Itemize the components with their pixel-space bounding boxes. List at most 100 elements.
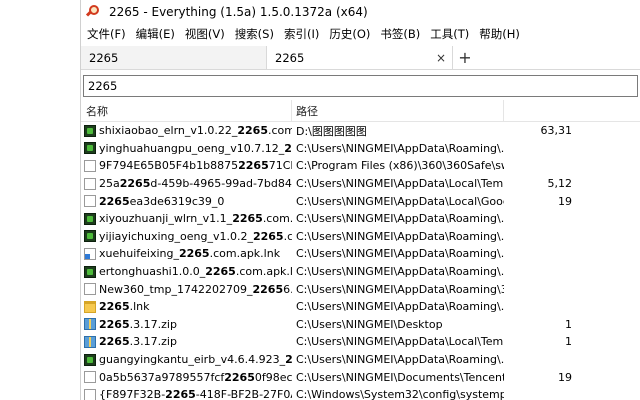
everything-app-icon bbox=[85, 4, 103, 20]
folder-file-icon bbox=[84, 300, 96, 313]
file-name-suffix: .3.17.zip bbox=[129, 317, 177, 331]
file-path-cell: C:\Users\NINGMEI\AppData\Roaming\3... bbox=[296, 282, 504, 296]
add-tab-icon[interactable]: + bbox=[453, 46, 477, 69]
table-row[interactable]: xuehuifeixing_2265.com.apk.lnk C:\Users\N… bbox=[81, 245, 640, 263]
doc-file-icon bbox=[84, 195, 96, 208]
table-row[interactable]: yinghuahuangpu_oeng_v10.7.12_2265.c... C:… bbox=[81, 140, 640, 158]
file-name-suffix: .com.apk.l... bbox=[262, 212, 292, 226]
menu-search[interactable]: 搜索(S) bbox=[235, 26, 280, 42]
search-match-highlight: 2265 bbox=[224, 370, 255, 384]
file-name: 9F794E65B05F4b1b8875226571CDC3C... bbox=[99, 159, 292, 172]
tab-2-label: 2265 bbox=[275, 50, 305, 65]
tab-bar: 2265 2265 × + bbox=[81, 46, 640, 70]
file-name-suffix: ea3de6319c39_0 bbox=[129, 194, 225, 208]
table-row[interactable]: 9F794E65B05F4b1b8875226571CDC3C... C:\Pro… bbox=[81, 157, 640, 175]
table-row[interactable]: yijiayichuxing_oeng_v1.0.2_2265.com.a...… bbox=[81, 228, 640, 246]
file-name-suffix: .com.apk bbox=[268, 124, 292, 138]
file-path-cell: C:\Users\NINGMEI\Documents\Tencent ... bbox=[296, 370, 504, 384]
table-row[interactable]: xiyouzhuanji_wlrn_v1.1_2265.com.apk.l...… bbox=[81, 210, 640, 228]
column-size-header[interactable] bbox=[504, 100, 640, 121]
search-match-highlight: 2265 bbox=[284, 141, 292, 155]
menu-file[interactable]: 文件(F) bbox=[87, 26, 132, 42]
search-match-highlight: 2265 bbox=[165, 388, 196, 400]
file-path-cell: C:\Users\NINGMEI\AppData\Local\Temp bbox=[296, 335, 504, 349]
file-path-cell: C:\Windows\System32\config\systempro... bbox=[296, 388, 504, 400]
file-name: guangyingkantu_eirb_v4.6.4.923_2265... bbox=[99, 353, 292, 366]
file-name-prefix: ertonghuashi1.0.0_ bbox=[99, 265, 206, 279]
menu-edit[interactable]: 编辑(E) bbox=[136, 26, 181, 42]
search-match-highlight: 2265 bbox=[119, 177, 151, 191]
tab-1-label: 2265 bbox=[89, 50, 119, 65]
search-match-highlight: 2265 bbox=[205, 265, 236, 279]
menu-index[interactable]: 索引(I) bbox=[284, 26, 325, 42]
tab-2[interactable]: 2265 × bbox=[267, 46, 453, 69]
doc-file-icon bbox=[84, 177, 96, 190]
menu-view[interactable]: 视图(V) bbox=[185, 26, 231, 42]
menu-history[interactable]: 历史(O) bbox=[329, 26, 376, 42]
tab-1[interactable]: 2265 bbox=[81, 46, 267, 69]
file-name-cell: New360_tmp_1742202709_22656.log2 bbox=[81, 283, 292, 296]
file-path-cell: C:\Users\NINGMEI\AppData\Roaming\... bbox=[296, 229, 504, 243]
file-name-prefix: New360_tmp_1742202709_ bbox=[99, 282, 253, 296]
column-name-header[interactable]: 名称 bbox=[81, 100, 292, 121]
file-name-prefix: yijiayichuxing_oeng_v1.0.2_ bbox=[99, 229, 253, 243]
search-match-highlight: 2265 bbox=[285, 353, 292, 367]
results-list: shixiaobao_elrn_v1.0.22_2265.com.apkD:\图… bbox=[81, 122, 640, 400]
search-match-highlight: 2265 bbox=[252, 229, 284, 243]
file-name-prefix: guangyingkantu_eirb_v4.6.4.923_ bbox=[99, 353, 286, 367]
table-row[interactable]: ertonghuashi1.0.0_2265.com.apk.lnk C:\Use… bbox=[81, 263, 640, 281]
file-name-prefix: 25a bbox=[99, 177, 120, 191]
table-row[interactable]: {F897F32B-2265-418F-BF2B-27F0AFF7... C:\W… bbox=[81, 386, 640, 400]
file-name: {F897F32B-2265-418F-BF2B-27F0AFF7... bbox=[99, 388, 292, 400]
apk-file-icon bbox=[84, 265, 96, 278]
search-match-highlight: 2265 bbox=[99, 317, 130, 331]
table-row[interactable]: 0a5b5637a9789557fcf22650f98ec350... C:\Us… bbox=[81, 368, 640, 386]
file-size-cell: 5,12 bbox=[547, 177, 573, 191]
table-row[interactable]: 2265ea3de6319c39_0 C:\Users\NINGMEI\AppDa… bbox=[81, 192, 640, 210]
file-name-cell: 9F794E65B05F4b1b8875226571CDC3C... bbox=[81, 159, 292, 172]
table-row[interactable]: guangyingkantu_eirb_v4.6.4.923_2265... C:… bbox=[81, 351, 640, 369]
file-name-prefix: yinghuahuangpu_oeng_v10.7.12_ bbox=[99, 141, 285, 155]
apk-file-icon bbox=[84, 212, 96, 225]
search-match-highlight: 2265 bbox=[178, 247, 210, 261]
file-name-prefix: 9F794E65B05F4b1b8875 bbox=[99, 159, 239, 173]
file-name-suffix: .3.17.zip bbox=[129, 335, 177, 349]
file-path-cell: C:\Users\NINGMEI\AppData\Local\Goog... bbox=[296, 194, 504, 208]
zip-file-icon bbox=[84, 318, 96, 331]
file-name-cell: yinghuahuangpu_oeng_v10.7.12_2265.c... bbox=[81, 142, 292, 155]
file-name-prefix: shixiaobao_elrn_v1.0.22_ bbox=[99, 124, 238, 138]
search-input[interactable] bbox=[83, 75, 638, 97]
table-row[interactable]: 2265.3.17.zip C:\Users\NINGMEI\AppData\Lo… bbox=[81, 333, 640, 351]
file-path-cell: C:\Users\NINGMEI\AppData\Roaming\... bbox=[296, 300, 504, 314]
title-bar[interactable]: 2265 - Everything (1.5a) 1.5.0.1372a (x6… bbox=[81, 0, 640, 24]
file-size-cell: 1 bbox=[565, 335, 572, 349]
menu-bookmarks[interactable]: 书签(B) bbox=[380, 26, 426, 42]
file-name: yinghuahuangpu_oeng_v10.7.12_2265.c... bbox=[99, 142, 292, 155]
file-name: xiyouzhuanji_wlrn_v1.1_2265.com.apk.l... bbox=[99, 212, 292, 225]
file-name-cell: 2265.3.17.zip bbox=[81, 318, 292, 331]
file-name: 25a2265d-459b-4965-99ad-7bd84590... bbox=[99, 177, 292, 190]
file-name: 2265ea3de6319c39_0 bbox=[99, 195, 224, 208]
table-row[interactable]: shixiaobao_elrn_v1.0.22_2265.com.apk D:\图… bbox=[81, 122, 640, 140]
window-title: 2265 - Everything (1.5a) 1.5.0.1372a (x6… bbox=[109, 5, 368, 19]
file-name-cell: ertonghuashi1.0.0_2265.com.apk.lnk bbox=[81, 265, 292, 278]
file-name-suffix: .com.apk.lnk bbox=[209, 247, 281, 261]
menu-tools[interactable]: 工具(T) bbox=[430, 26, 475, 42]
column-path-header[interactable]: 路径 bbox=[292, 100, 504, 121]
file-path-cell: C:\Users\NINGMEI\AppData\Local\Temp bbox=[296, 177, 504, 191]
table-row[interactable]: 2265.3.17.zip C:\Users\NINGMEI\Desktop 1 bbox=[81, 316, 640, 334]
table-row[interactable]: 25a2265d-459b-4965-99ad-7bd84590... C:\Us… bbox=[81, 175, 640, 193]
search-match-highlight: 2265 bbox=[237, 124, 268, 138]
file-name-cell: 2265.lnk bbox=[81, 300, 292, 313]
table-row[interactable]: 2265.lnk C:\Users\NINGMEI\AppData\Roaming… bbox=[81, 298, 640, 316]
file-name-suffix: 6.log2 bbox=[283, 282, 292, 296]
file-name: shixiaobao_elrn_v1.0.22_2265.com.apk bbox=[99, 124, 292, 137]
doc-file-icon bbox=[84, 371, 96, 384]
table-row[interactable]: New360_tmp_1742202709_22656.log2 C:\Users… bbox=[81, 280, 640, 298]
tab-2-close-icon[interactable]: × bbox=[436, 51, 446, 65]
lnk-file-icon bbox=[84, 247, 96, 260]
file-name-cell: xiyouzhuanji_wlrn_v1.1_2265.com.apk.l... bbox=[81, 212, 292, 225]
file-name-prefix: {F897F32B- bbox=[99, 388, 166, 400]
menu-help[interactable]: 帮助(H) bbox=[479, 26, 526, 42]
file-name: ertonghuashi1.0.0_2265.com.apk.lnk bbox=[99, 265, 292, 278]
